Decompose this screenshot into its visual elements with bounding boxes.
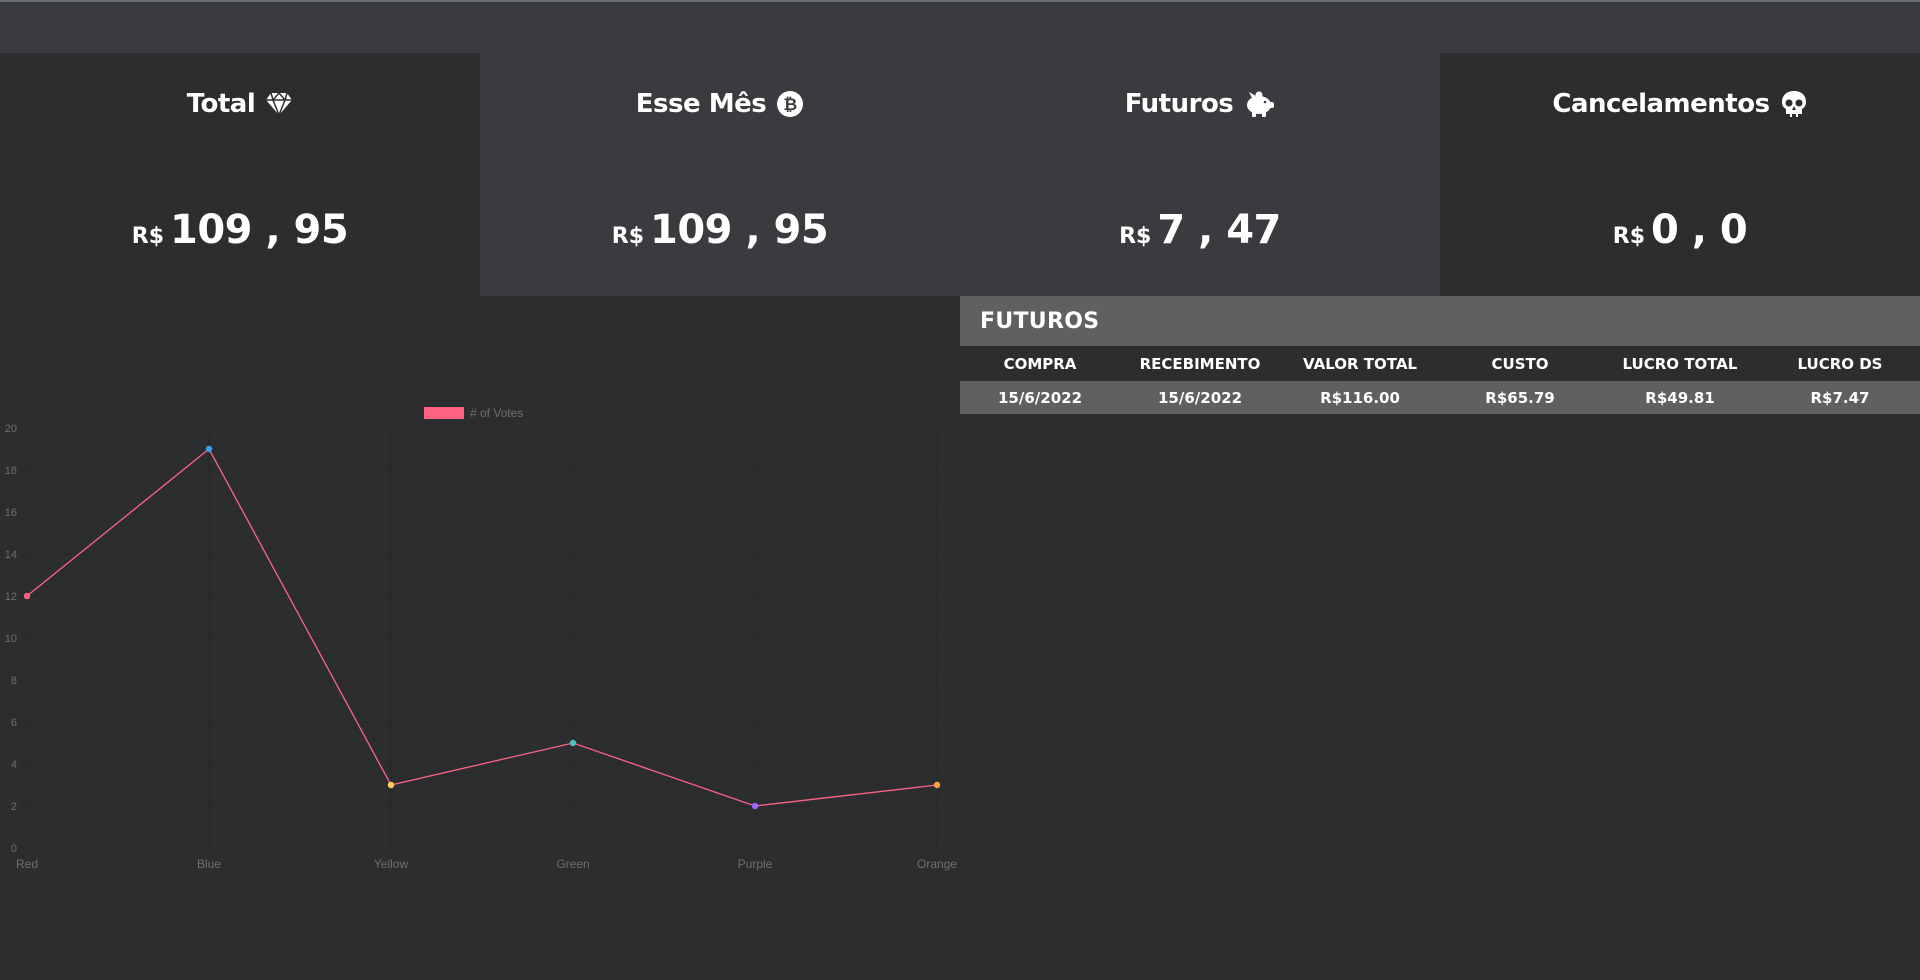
y-tick-label: 4 xyxy=(11,759,17,771)
column-header-lucro-total: LUCRO TOTAL xyxy=(1600,346,1760,381)
card-cancelamentos: Cancelamentos R$ 0 , 0 xyxy=(1440,53,1920,296)
card-title: Cancelamentos xyxy=(1440,89,1920,119)
data-point xyxy=(205,445,213,453)
y-tick-label: 8 xyxy=(11,675,17,687)
data-point xyxy=(569,739,577,747)
card-value: R$ 0 , 0 xyxy=(1440,207,1920,253)
card-value: R$ 109 , 95 xyxy=(480,207,960,253)
amount: 7 , 47 xyxy=(1157,207,1281,253)
votes-line-chart: 0 2 4 6 8 10 12 14 16 18 20 Red Blue Yellow Green Purpl… xyxy=(0,398,960,878)
x-tick-label: Yellow xyxy=(374,857,409,871)
column-header-compra: COMPRA xyxy=(960,346,1120,381)
card-value: R$ 109 , 95 xyxy=(0,207,480,253)
x-tick-label: Blue xyxy=(197,857,221,871)
column-header-custo: CUSTO xyxy=(1440,346,1600,381)
y-tick-label: 6 xyxy=(11,717,17,729)
y-tick-label: 16 xyxy=(5,507,17,519)
card-title-text: Cancelamentos xyxy=(1552,89,1770,119)
y-tick-label: 12 xyxy=(5,591,17,603)
x-tick-label: Green xyxy=(556,857,589,871)
card-total: Total R$ 109 , 95 xyxy=(0,53,480,296)
currency-label: R$ xyxy=(611,224,645,249)
cell-lucro-total: R$49.81 xyxy=(1600,381,1760,414)
amount: 109 , 95 xyxy=(170,207,349,253)
chart-svg: 0 2 4 6 8 10 12 14 16 18 20 Red Blue Yellow Green Purpl… xyxy=(5,406,958,871)
card-title: Esse Mês ₿ xyxy=(480,89,960,119)
card-title-text: Esse Mês xyxy=(635,89,767,119)
currency-label: R$ xyxy=(1612,224,1646,249)
gem-icon xyxy=(265,92,293,116)
data-point xyxy=(387,781,395,789)
y-tick-label: 20 xyxy=(5,423,17,435)
svg-text:₿: ₿ xyxy=(784,95,798,115)
futuros-title: FUTUROS xyxy=(960,296,1920,346)
card-title-text: Total xyxy=(186,89,256,119)
card-title: Total xyxy=(0,89,480,119)
y-tick-label: 2 xyxy=(11,801,17,813)
column-header-lucro-ds: LUCRO DS xyxy=(1760,346,1920,381)
data-point xyxy=(751,802,759,810)
table-header-row: COMPRA RECEBIMENTO VALOR TOTAL CUSTO LUC… xyxy=(960,346,1920,381)
card-title: Futuros xyxy=(960,89,1440,119)
data-point xyxy=(23,592,31,600)
cell-lucro-ds: R$7.47 xyxy=(1760,381,1920,414)
legend-swatch xyxy=(424,407,464,419)
column-header-valor-total: VALOR TOTAL xyxy=(1280,346,1440,381)
cell-valor-total: R$116.00 xyxy=(1280,381,1440,414)
skull-icon xyxy=(1780,90,1808,118)
futuros-table: COMPRA RECEBIMENTO VALOR TOTAL CUSTO LUC… xyxy=(960,346,1920,414)
y-tick-label: 14 xyxy=(5,549,17,561)
x-tick-label: Purple xyxy=(738,857,773,871)
cell-custo: R$65.79 xyxy=(1440,381,1600,414)
series-line xyxy=(26,448,938,807)
y-tick-label: 18 xyxy=(5,465,17,477)
card-value: R$ 7 , 47 xyxy=(960,207,1440,253)
column-header-recebimento: RECEBIMENTO xyxy=(1120,346,1280,381)
futuros-panel: FUTUROS COMPRA RECEBIMENTO VALOR TOTAL C… xyxy=(960,296,1920,414)
x-tick-label: Orange xyxy=(917,857,957,871)
amount: 0 , 0 xyxy=(1651,207,1748,253)
card-title-text: Futuros xyxy=(1124,89,1234,119)
summary-cards: Total R$ 109 , 95 Esse Mês ₿ R$ 109 , 95… xyxy=(0,53,1920,296)
currency-label: R$ xyxy=(1119,224,1152,249)
piggy-bank-icon xyxy=(1243,90,1275,118)
cell-compra: 15/6/2022 xyxy=(960,381,1120,414)
legend-label: # of Votes xyxy=(470,406,523,420)
y-tick-label: 10 xyxy=(5,633,17,645)
amount: 109 , 95 xyxy=(650,207,829,253)
x-tick-label: Red xyxy=(16,857,38,871)
data-point xyxy=(933,781,941,789)
y-tick-label: 0 xyxy=(11,843,17,855)
cell-recebimento: 15/6/2022 xyxy=(1120,381,1280,414)
bitcoin-icon: ₿ xyxy=(776,90,804,118)
currency-label: R$ xyxy=(131,224,165,249)
card-esse-mes: Esse Mês ₿ R$ 109 , 95 xyxy=(480,53,960,296)
top-bar xyxy=(0,2,1920,53)
table-row: 15/6/2022 15/6/2022 R$116.00 R$65.79 R$4… xyxy=(960,381,1920,414)
card-futuros: Futuros R$ 7 , 47 xyxy=(960,53,1440,296)
